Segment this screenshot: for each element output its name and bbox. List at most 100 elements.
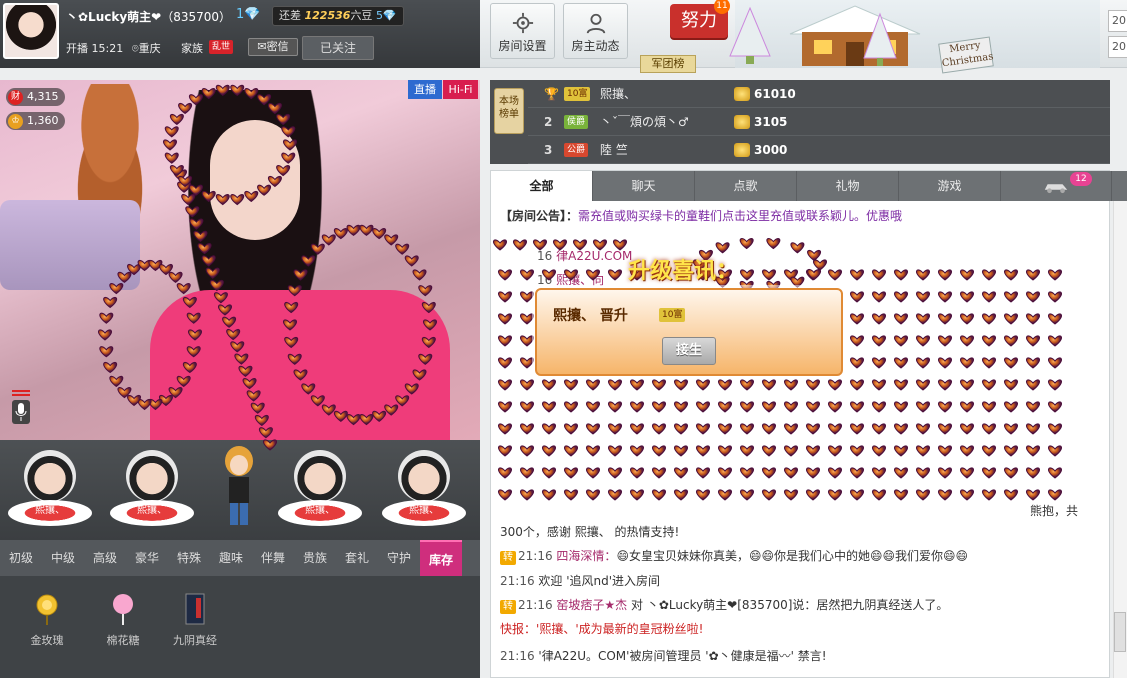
- gift-tab-inventory[interactable]: 库存: [420, 540, 462, 576]
- rank-level: 公爵: [564, 143, 589, 157]
- wealth-stat: 财 4,315: [6, 88, 65, 106]
- car-count-badge: 12: [1070, 172, 1092, 186]
- seat-avatar: [398, 450, 450, 502]
- army-rank-button[interactable]: 军团榜: [640, 55, 696, 73]
- seat-4[interactable]: 熙攘、: [382, 450, 466, 530]
- fans-stat: ♔ 1,360: [6, 112, 65, 130]
- congratulate-button[interactable]: 接生: [662, 337, 716, 365]
- streamer-face: [210, 120, 300, 240]
- seat-2[interactable]: 熙攘、: [110, 450, 194, 530]
- chat-message: 300个，感谢 熙攘、 的热情支持!: [500, 525, 680, 539]
- tab-gifts[interactable]: 礼物: [797, 171, 899, 201]
- cartoon-character-icon: [225, 446, 253, 525]
- seat-avatar: [294, 450, 346, 502]
- host-name[interactable]: 丶✿Lucky萌主❤（835700）: [66, 8, 231, 25]
- tab-games[interactable]: 游戏: [899, 171, 1001, 201]
- gift-name: 棉花糖: [106, 634, 140, 647]
- chat-message: 转 21:16 四海深情：😄女皇宝贝妹妹你真美，😄😄你是我们心中的她😄😄我们爱你😄…: [500, 547, 968, 565]
- vip-badge: 转: [500, 551, 516, 565]
- location-pin-icon: ⌾: [132, 42, 139, 55]
- hifi-tag[interactable]: Hi-Fi: [443, 80, 478, 99]
- side-input-1[interactable]: 20: [1108, 10, 1127, 32]
- microphone-icon[interactable]: [12, 400, 30, 424]
- level-gap-box: 还差 122536六豆 5💎: [272, 6, 404, 26]
- rank-value: 61010: [754, 87, 796, 101]
- cotton-candy-icon: [113, 594, 133, 625]
- coin-icon: [734, 115, 750, 129]
- rank-no: 2: [544, 115, 553, 129]
- vip-badge: 转: [500, 600, 516, 614]
- christmas-tree-icon: [729, 6, 771, 64]
- coin-icon: [734, 87, 750, 101]
- rank-name: 陸 竺: [600, 143, 628, 157]
- gift-tab-dance[interactable]: 伴舞: [252, 540, 294, 576]
- seat-avatar: [24, 450, 76, 502]
- chat-scrollbar[interactable]: [1113, 201, 1127, 678]
- gift-tab-guard[interactable]: 守护: [378, 540, 420, 576]
- seat-avatar: [126, 450, 178, 502]
- gift-tab-basic[interactable]: 初级: [0, 540, 42, 576]
- sofa: [0, 200, 140, 290]
- host-avatar[interactable]: [3, 3, 59, 59]
- gift-tab-special[interactable]: 特殊: [168, 540, 210, 576]
- gift-name: 金玫瑰: [30, 634, 64, 647]
- upgrade-user: 熙攘、 晋升: [553, 308, 628, 324]
- gift-tab-high[interactable]: 高级: [84, 540, 126, 576]
- rank-no: 3: [544, 143, 553, 157]
- chat-message: 熊抱，共: [1030, 504, 1079, 518]
- upgrade-level-badge: 10富: [659, 308, 686, 322]
- live-tag[interactable]: 直播: [408, 80, 442, 99]
- side-input-2[interactable]: 20: [1108, 36, 1127, 58]
- tab-car[interactable]: [1001, 171, 1112, 201]
- rank-level: 10富: [564, 87, 591, 101]
- rank-level: 侯爵: [564, 115, 589, 129]
- rank-name: 丶ˇ￣煩の煩丶♂: [600, 115, 689, 129]
- location: ⌾重庆: [132, 42, 161, 55]
- host-news-button[interactable]: 房主动态: [563, 3, 628, 59]
- menu-lines-icon[interactable]: [12, 390, 30, 396]
- seat-name: 熙攘、: [409, 505, 439, 516]
- chat-message: 16 律A22U.COM: [537, 249, 633, 263]
- seat-name: 熙攘、: [137, 505, 167, 516]
- gift-tab-noble[interactable]: 贵族: [294, 540, 336, 576]
- gift-tab-set[interactable]: 套礼: [336, 540, 378, 576]
- room-notice[interactable]: 【房间公告】：需充值或购买绿卡的童鞋们点击这里充值或联系颖儿。优惠哦: [500, 207, 1100, 224]
- gift-item[interactable]: 金玫瑰: [12, 590, 82, 650]
- room-settings-button[interactable]: 房间设置: [490, 3, 555, 59]
- rank-row[interactable]: 3 公爵陸 竺 3000: [528, 136, 1110, 164]
- tab-songs[interactable]: 点歌: [695, 171, 797, 201]
- follow-button[interactable]: 已关注: [302, 36, 374, 60]
- coin-icon: [734, 143, 750, 157]
- chat-message: 21:16 '律A22U。COM'被房间管理员 '✿丶健康是福〰' 禁言!: [500, 649, 827, 663]
- car-icon: [1044, 183, 1068, 193]
- host-level-icon: 1💎: [236, 7, 261, 22]
- private-message-button[interactable]: ✉密信: [248, 38, 298, 56]
- gift-tab-fun[interactable]: 趣味: [210, 540, 252, 576]
- seat-3[interactable]: 熙攘、: [278, 450, 362, 530]
- chat-user[interactable]: 窑坡痞子★杰: [556, 598, 627, 612]
- gear-icon: [512, 12, 533, 34]
- gift-name: 九阴真经: [173, 634, 217, 647]
- fans-icon: ♔: [8, 113, 23, 129]
- tab-chat[interactable]: 聊天: [593, 171, 695, 201]
- upgrade-title: 升级喜讯：: [628, 259, 739, 284]
- rank-row[interactable]: 2 侯爵 丶ˇ￣煩の煩丶♂ 3105: [528, 108, 1110, 136]
- rank-name: 熙攘、: [600, 87, 637, 101]
- gift-item[interactable]: 九阴真经: [160, 590, 230, 650]
- seat-1[interactable]: 熙攘、: [8, 450, 92, 530]
- wealth-icon: 财: [8, 89, 23, 105]
- user-icon: [586, 13, 605, 34]
- rank-value: 3000: [754, 143, 788, 157]
- chat-message: 21:16 欢迎 '追风nd'进入房间: [500, 574, 661, 588]
- gift-item[interactable]: 棉花糖: [88, 590, 158, 650]
- chat-scroll-thumb[interactable]: [1114, 612, 1126, 652]
- gift-tab-mid[interactable]: 中级: [42, 540, 84, 576]
- trophy-icon: 🏆: [544, 87, 559, 101]
- chat-user[interactable]: 四海深情：: [556, 549, 616, 563]
- family-label: 家族: [181, 42, 203, 55]
- tab-all[interactable]: 全部: [491, 171, 593, 201]
- rank-badge[interactable]: 本场榜单: [494, 88, 524, 134]
- rank-row[interactable]: 🏆 10富 熙攘、 61010: [528, 80, 1110, 108]
- family-badge[interactable]: 乱世: [209, 40, 234, 54]
- gift-tab-luxury[interactable]: 豪华: [126, 540, 168, 576]
